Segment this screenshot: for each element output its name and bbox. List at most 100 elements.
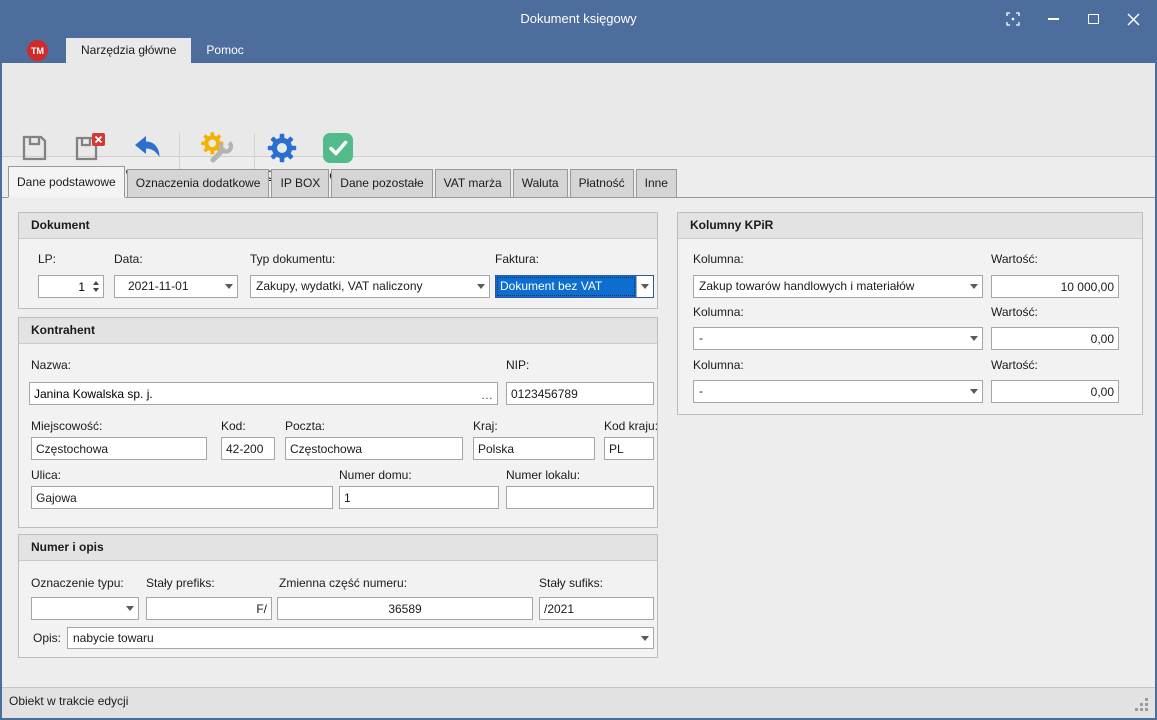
opis-combo[interactable]: nabycie towaru (67, 627, 654, 649)
kolumna-2-label: Kolumna: (693, 305, 744, 319)
kolumna-3-combo[interactable]: - (693, 380, 983, 403)
group-kontrahent-header: Kontrahent (19, 318, 657, 344)
opis-combo-button[interactable] (636, 628, 653, 648)
taxpayer-check-icon (307, 129, 369, 167)
minimize-button[interactable] (1033, 0, 1073, 38)
data-combo[interactable]: 2021-11-01 (114, 275, 238, 298)
maximize-icon (1088, 14, 1099, 24)
lp-spinner[interactable] (38, 275, 104, 298)
dropdown-arrow-icon (477, 284, 485, 289)
numer-domu-label: Numer domu: (339, 468, 412, 482)
staly-sufiks-label: Stały sufiks: (539, 576, 603, 590)
document-tabstrip: Dane podstawowe Oznaczenia dodatkowe IP … (2, 166, 1155, 198)
group-dokument: Dokument LP: Data: 2021-11-01 Typ dokume… (18, 212, 658, 309)
wartosc-1-label: Wartość: (991, 252, 1038, 266)
window-controls (993, 0, 1153, 38)
faktura-combo-value: Dokument bez VAT (496, 276, 636, 297)
zmienna-czesc-input[interactable] (277, 597, 533, 620)
tab-platnosc[interactable]: Płatność (570, 169, 634, 197)
focus-icon (1004, 10, 1022, 28)
miejscowosc-input[interactable] (31, 437, 207, 460)
ribbon-tab-row: TM Narzędzia główne Pomoc (2, 38, 1155, 63)
spinner-down-icon[interactable] (93, 288, 99, 292)
faktura-combo[interactable]: Dokument bez VAT (495, 275, 654, 298)
kolumna-3-combo-button[interactable] (965, 381, 982, 402)
ribbon-tabs: Narzędzia główne Pomoc (66, 38, 259, 63)
kod-label: Kod: (221, 419, 246, 433)
oznaczenie-typu-combo-button[interactable] (121, 598, 138, 619)
kolumna-1-combo-value: Zakup towarów handlowych i materiałów (694, 276, 965, 297)
dropdown-arrow-icon (970, 389, 978, 394)
ulica-label: Ulica: (31, 468, 61, 482)
data-combo-value: 2021-11-01 (115, 276, 220, 297)
faktura-combo-button[interactable] (636, 276, 653, 297)
numer-lokalu-label: Numer lokalu: (506, 468, 580, 482)
numer-domu-input[interactable] (339, 486, 499, 509)
tm-logo[interactable]: TM (27, 40, 48, 61)
oznaczenie-typu-label: Oznaczenie typu: (31, 576, 124, 590)
wartosc-1-input[interactable] (991, 275, 1119, 298)
statusbar: Obiekt w trakcie edycji (2, 687, 1155, 718)
nip-label: NIP: (506, 358, 529, 372)
tab-vat-marza[interactable]: VAT marża (435, 169, 511, 197)
group-dokument-header: Dokument (19, 213, 657, 239)
close-icon (1127, 13, 1140, 26)
typ-dokumentu-combo-value: Zakupy, wydatki, VAT naliczony (251, 276, 472, 297)
numer-lokalu-input[interactable] (506, 486, 654, 509)
kolumna-3-label: Kolumna: (693, 358, 744, 372)
floppy-close-icon (60, 129, 118, 167)
kolumna-2-combo[interactable]: - (693, 327, 983, 350)
kod-kraju-input[interactable] (604, 437, 654, 460)
tab-inne[interactable]: Inne (636, 169, 677, 197)
lp-label: LP: (38, 252, 56, 266)
group-numer-i-opis: Numer i opis Oznaczenie typu: Stały pref… (18, 534, 658, 658)
wartosc-3-input[interactable] (991, 380, 1119, 403)
spinner-up-icon[interactable] (93, 281, 99, 285)
tab-dane-pozostale[interactable]: Dane pozostałe (331, 169, 432, 197)
lp-input[interactable] (39, 276, 88, 297)
data-combo-button[interactable] (220, 276, 237, 297)
typ-dokumentu-combo[interactable]: Zakupy, wydatki, VAT naliczony (250, 275, 490, 298)
kraj-input[interactable] (473, 437, 595, 460)
tab-waluta[interactable]: Waluta (513, 169, 568, 197)
tm-logo-text: TM (31, 46, 44, 56)
nazwa-input[interactable] (29, 382, 498, 405)
window-title: Dokument księgowy (0, 11, 1157, 26)
poczta-input[interactable] (285, 437, 463, 460)
oznaczenie-typu-combo-value (32, 598, 121, 619)
tab-ip-box[interactable]: IP BOX (271, 169, 329, 197)
oznaczenie-typu-combo[interactable] (31, 597, 139, 620)
lp-spin-buttons[interactable] (88, 276, 103, 297)
kolumna-3-combo-value: - (694, 381, 965, 402)
kolumna-1-combo-button[interactable] (965, 276, 982, 297)
dropdown-arrow-icon (126, 606, 134, 611)
focus-window-button[interactable] (993, 0, 1033, 38)
staly-sufiks-input[interactable] (539, 597, 654, 620)
gear-icon (259, 129, 305, 167)
tab-oznaczenia-dodatkowe[interactable]: Oznaczenia dodatkowe (127, 169, 270, 197)
tools-icon (185, 129, 249, 167)
undo-icon (120, 129, 174, 167)
staly-prefiks-input[interactable] (146, 597, 272, 620)
close-button[interactable] (1113, 0, 1153, 38)
group-kolumny-kpir-header: Kolumny KPiR (678, 213, 1142, 239)
data-label: Data: (114, 252, 143, 266)
staly-prefiks-label: Stały prefiks: (146, 576, 215, 590)
typ-dokumentu-combo-button[interactable] (472, 276, 489, 297)
ulica-input[interactable] (31, 486, 333, 509)
poczta-label: Poczta: (285, 419, 325, 433)
group-numer-i-opis-header: Numer i opis (19, 535, 657, 561)
kod-input[interactable] (221, 437, 275, 460)
ribbon-tab-pomoc[interactable]: Pomoc (191, 38, 258, 63)
ribbon-tab-narzedzia-glowne[interactable]: Narzędzia główne (66, 38, 191, 63)
ellipsis-button[interactable]: … (481, 388, 494, 402)
tab-dane-podstawowe[interactable]: Dane podstawowe (8, 166, 125, 198)
kolumna-2-combo-value: - (694, 328, 965, 349)
wartosc-2-input[interactable] (991, 327, 1119, 350)
kolumna-2-combo-button[interactable] (965, 328, 982, 349)
maximize-button[interactable] (1073, 0, 1113, 38)
wartosc-3-label: Wartość: (991, 358, 1038, 372)
resize-grip[interactable] (1134, 697, 1148, 711)
kolumna-1-combo[interactable]: Zakup towarów handlowych i materiałów (693, 275, 983, 298)
nip-input[interactable] (506, 382, 654, 405)
